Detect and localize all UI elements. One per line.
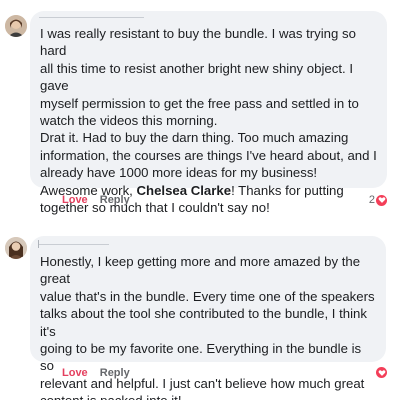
avatar-image <box>5 15 27 37</box>
reaction-summary[interactable] <box>375 367 387 378</box>
comment-text: I was really resistant to buy the bundle… <box>40 25 379 216</box>
comment: Honestly, I keep getting more and more a… <box>0 230 400 400</box>
heart-icon <box>376 367 387 378</box>
reply-button[interactable]: Reply <box>100 367 130 379</box>
comments-thread: I was really resistant to buy the bundle… <box>0 0 400 400</box>
redacted-author-name <box>39 244 109 245</box>
comment-bubble: I was really resistant to buy the bundle… <box>30 11 387 215</box>
love-button[interactable]: Love <box>62 367 88 379</box>
reaction-count: 2 <box>368 194 375 206</box>
comment-bubble: Honestly, I keep getting more and more a… <box>30 236 386 400</box>
reply-button[interactable]: Reply <box>100 194 130 206</box>
comment-actions: Love Reply <box>62 194 130 206</box>
mention-link[interactable]: Chelsea Clarke <box>137 183 232 198</box>
love-button[interactable]: Love <box>62 194 88 206</box>
avatar[interactable] <box>5 15 27 37</box>
comment-actions: Love Reply <box>62 367 130 379</box>
avatar[interactable] <box>5 237 27 259</box>
reaction-summary[interactable]: 2 <box>369 194 387 206</box>
redacted-author-name <box>39 17 144 18</box>
heart-icon <box>376 194 387 206</box>
avatar-image <box>5 237 27 259</box>
comment: I was really resistant to buy the bundle… <box>0 0 400 215</box>
comment-text-part: I was really resistant to buy the bundle… <box>40 26 377 198</box>
